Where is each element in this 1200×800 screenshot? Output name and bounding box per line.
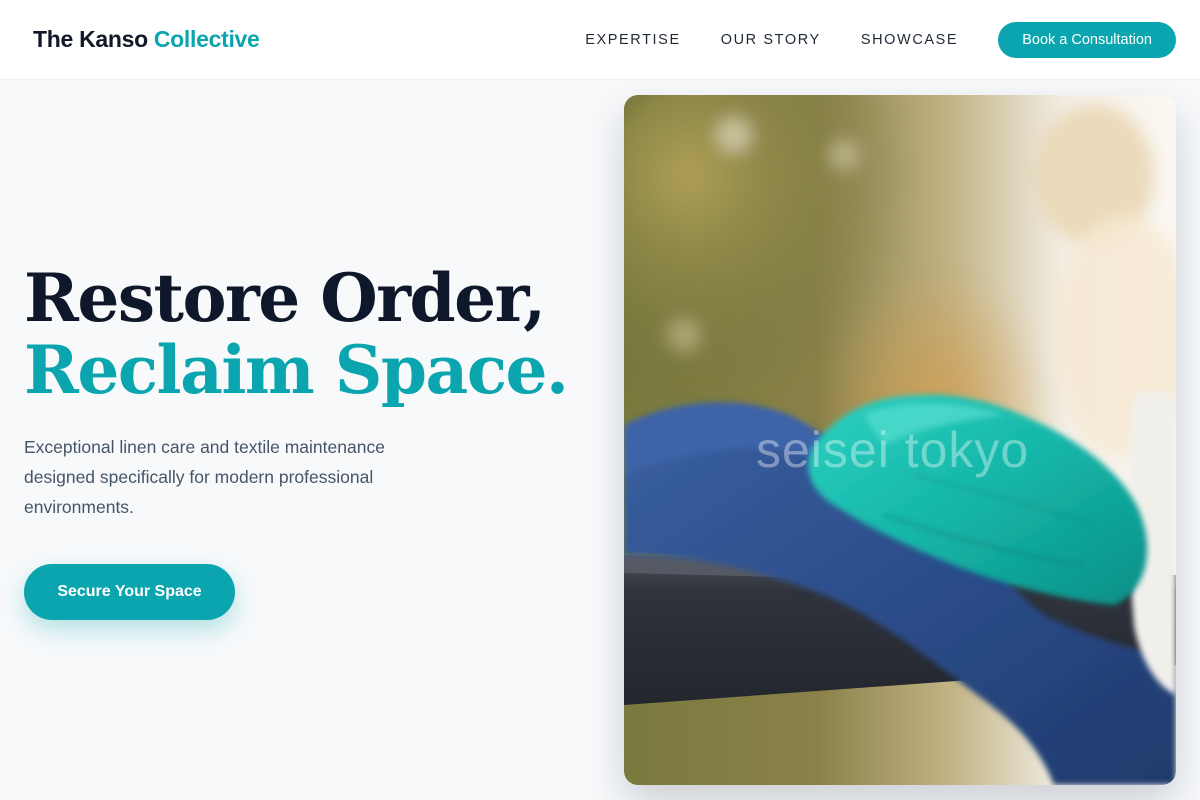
brand-name-accent: Collective xyxy=(153,26,260,52)
hero-subtext: Exceptional linen care and textile maint… xyxy=(24,437,385,517)
hero-image: seisei tokyo xyxy=(624,95,1176,785)
headline-line-1: Restore Order, xyxy=(24,259,546,337)
image-watermark: seisei tokyo xyxy=(756,422,1030,478)
headline-line-2: Reclaim Space. xyxy=(24,331,569,409)
hero-text: Restore Order, Reclaim Space. Exceptiona… xyxy=(24,262,584,620)
book-consultation-button[interactable]: Book a Consultation xyxy=(998,21,1176,58)
brand-logo[interactable]: The Kanso Collective xyxy=(33,26,260,53)
nav-link-our-story[interactable]: OUR STORY xyxy=(721,32,821,48)
nav-link-expertise[interactable]: EXPERTISE xyxy=(585,32,681,48)
hero-headline: Restore Order, Reclaim Space. xyxy=(24,262,584,406)
brand-name-primary: The Kanso xyxy=(33,26,148,52)
main-nav: EXPERTISE OUR STORY SHOWCASE Book a Cons… xyxy=(585,21,1176,58)
secure-your-space-button[interactable]: Secure Your Space xyxy=(24,564,235,620)
site-header: The Kanso Collective EXPERTISE OUR STORY… xyxy=(0,0,1200,80)
nav-link-showcase[interactable]: SHOWCASE xyxy=(861,32,958,48)
